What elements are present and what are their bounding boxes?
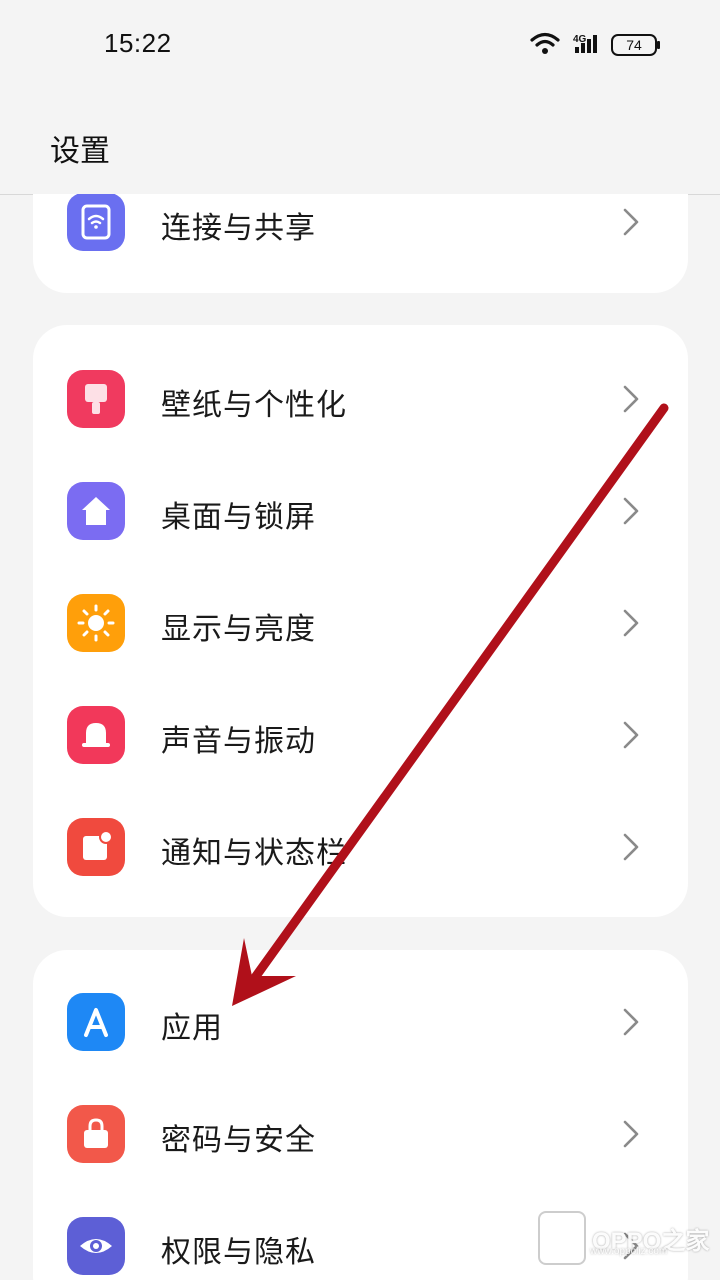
- status-time: 15:22: [104, 28, 172, 58]
- settings-item-label: 壁纸与个性化: [161, 388, 347, 423]
- settings-group-personalization: 壁纸与个性化 桌面与锁屏 显示与亮度 声音与振动 通知与状态栏: [33, 325, 688, 917]
- watermark-logo: OPPO之家: [538, 1210, 713, 1266]
- notification-icon: [67, 818, 125, 876]
- cellular-signal-icon: 4G: [573, 34, 597, 53]
- settings-item-label: 通知与状态栏: [161, 836, 347, 871]
- settings-item-notification[interactable]: 通知与状态栏: [33, 790, 688, 902]
- chevron-right-icon: [623, 385, 639, 413]
- settings-header: 设置: [0, 92, 720, 195]
- chevron-right-icon: [623, 497, 639, 525]
- settings-item-label: 声音与振动: [161, 724, 316, 759]
- apps-a-icon: [67, 993, 125, 1051]
- settings-item-wallpaper[interactable]: 壁纸与个性化: [33, 342, 688, 454]
- settings-item-label: 应用: [161, 1011, 223, 1046]
- chevron-right-icon: [623, 1008, 639, 1036]
- chevron-right-icon: [623, 208, 639, 236]
- settings-list[interactable]: 连接与共享 壁纸与个性化 桌面与锁屏 显示与亮度 声音与振动 通知与状态栏 应用…: [0, 194, 720, 1280]
- settings-group-connectivity: 连接与共享: [33, 194, 688, 293]
- settings-item-home-lock[interactable]: 桌面与锁屏: [33, 454, 688, 566]
- settings-item-label: 密码与安全: [161, 1123, 316, 1158]
- watermark-subtext: www.oppoliz.com: [590, 1246, 668, 1257]
- home-icon: [67, 482, 125, 540]
- connection-share-icon: [67, 194, 125, 251]
- lock-bag-icon: [67, 1105, 125, 1163]
- settings-item-apps[interactable]: 应用: [33, 965, 688, 1077]
- wifi-icon: [530, 32, 560, 54]
- settings-item-label: 桌面与锁屏: [161, 500, 316, 535]
- status-icons: 4G 74: [528, 30, 668, 62]
- settings-item-connection-share[interactable]: 连接与共享: [33, 194, 688, 277]
- chevron-right-icon: [623, 833, 639, 861]
- settings-item-label: 连接与共享: [161, 211, 316, 246]
- chevron-right-icon: [623, 1120, 639, 1148]
- bell-icon: [67, 706, 125, 764]
- eye-icon: [67, 1217, 125, 1275]
- settings-item-label: 权限与隐私: [161, 1235, 316, 1270]
- chevron-right-icon: [623, 609, 639, 637]
- watermark-badge-icon: [538, 1211, 586, 1265]
- settings-item-display[interactable]: 显示与亮度: [33, 566, 688, 678]
- svg-text:74: 74: [626, 37, 642, 53]
- settings-item-sound[interactable]: 声音与振动: [33, 678, 688, 790]
- sun-icon: [67, 594, 125, 652]
- battery-icon: 74: [611, 34, 660, 56]
- status-bar: 15:22 4G 74: [0, 0, 720, 92]
- settings-item-label: 显示与亮度: [161, 612, 316, 647]
- chevron-right-icon: [623, 721, 639, 749]
- wallpaper-brush-icon: [67, 370, 125, 428]
- settings-item-password-security[interactable]: 密码与安全: [33, 1077, 688, 1189]
- page-title: 设置: [50, 134, 110, 169]
